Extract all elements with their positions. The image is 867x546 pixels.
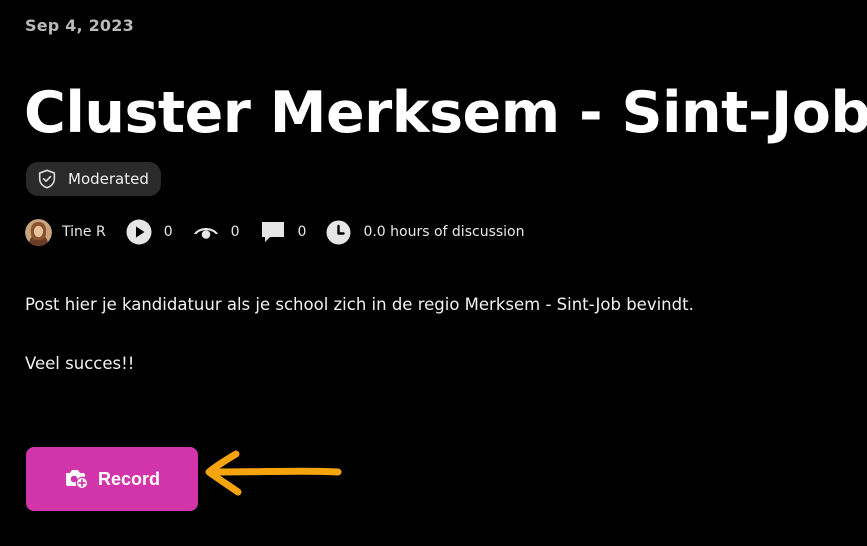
author-name[interactable]: Tine R <box>62 224 106 240</box>
body-paragraph: Post hier je kandidatuur als je school z… <box>25 295 694 314</box>
discussion-hours: 0.0 hours of discussion <box>363 224 525 240</box>
camera-plus-icon <box>64 467 88 492</box>
avatar[interactable] <box>25 218 52 246</box>
eye-icon <box>193 222 219 242</box>
post-page: Sep 4, 2023 Cluster Merksem - Sint-Job M… <box>0 0 867 546</box>
record-button[interactable]: Record <box>26 447 198 511</box>
moderated-badge: Moderated <box>26 162 161 196</box>
plays-count: 0 <box>163 224 173 240</box>
post-body: Post hier je kandidatuur als je school z… <box>25 290 725 378</box>
arrow-left-icon <box>200 448 345 502</box>
page-title: Cluster Merksem - Sint-Job <box>24 80 867 146</box>
record-label: Record <box>97 468 160 489</box>
post-meta: Tine R 0 0 0 0.0 hours of discussion <box>25 217 524 247</box>
views-count: 0 <box>230 224 240 240</box>
post-date: Sep 4, 2023 <box>25 16 134 35</box>
badge-label: Moderated <box>68 170 149 188</box>
shield-check-icon <box>36 168 58 190</box>
body-paragraph: Veel succes!! <box>25 354 135 373</box>
speech-bubble-icon <box>260 220 286 244</box>
play-icon <box>126 219 152 245</box>
clock-icon <box>326 220 351 245</box>
comments-count: 0 <box>297 224 307 240</box>
